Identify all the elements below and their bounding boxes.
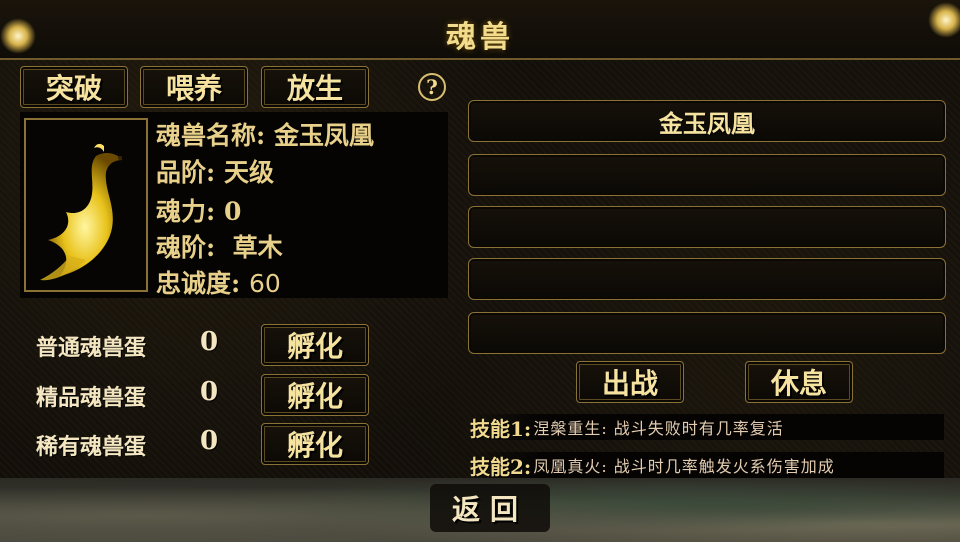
release-button[interactable]: 放生 <box>261 66 369 108</box>
beast-portrait <box>24 118 148 292</box>
colon: : <box>206 197 224 226</box>
beast-power-line: 魂力: 0 <box>156 192 241 228</box>
beast-grade-line: 品阶: 天级 <box>156 153 274 189</box>
skill-row-1: 技能1: 涅槃重生: 战斗失败时有几率复活 <box>470 414 944 441</box>
deploy-button[interactable]: 出战 <box>576 361 684 403</box>
colon: : <box>231 269 249 298</box>
skill-desc-1: 涅槃重生: 战斗失败时有几率复活 <box>533 419 784 438</box>
skill-desc-2: 凤凰真火: 战斗时几率触发火系伤害加成 <box>533 457 835 476</box>
egg-label-fine: 精品魂兽蛋 <box>36 385 147 411</box>
egg-count-common: 0 <box>200 327 219 357</box>
beast-rank-label: 魂阶 <box>156 233 207 262</box>
breakthrough-button[interactable]: 突破 <box>20 66 128 108</box>
help-glyph: ? <box>426 75 438 99</box>
beast-slot-2[interactable] <box>468 154 946 196</box>
colon: : <box>206 233 233 262</box>
feed-button[interactable]: 喂养 <box>140 66 248 108</box>
skill-label-2: 技能2: <box>470 454 532 479</box>
rest-button[interactable]: 休息 <box>745 361 853 403</box>
back-button[interactable]: 返回 <box>430 484 550 532</box>
hatch-button-common[interactable]: 孵化 <box>261 324 369 366</box>
colon: : <box>206 158 224 187</box>
egg-count-rare: 0 <box>200 426 219 456</box>
egg-count-fine: 0 <box>200 377 219 407</box>
beast-power-value: 0 <box>223 197 242 226</box>
beast-loyalty-line: 忠诚度: 60 <box>156 264 281 300</box>
beast-rank-line: 魂阶: 草木 <box>156 228 283 264</box>
colon: : <box>256 121 274 150</box>
hatch-button-rare[interactable]: 孵化 <box>261 423 369 465</box>
beast-grade-label: 品阶 <box>156 158 207 187</box>
skill-row-2: 技能2: 凤凰真火: 战斗时几率触发火系伤害加成 <box>470 452 944 479</box>
beast-slot-4[interactable] <box>468 258 946 300</box>
beast-name-line: 魂兽名称: 金玉凤凰 <box>156 116 374 152</box>
page-title: 魂兽 <box>446 20 514 55</box>
beast-slot-1[interactable]: 金玉凤凰 <box>468 100 946 142</box>
beast-slot-3[interactable] <box>468 206 946 248</box>
beast-loyalty-label: 忠诚度 <box>156 269 232 298</box>
egg-label-common: 普通魂兽蛋 <box>36 335 147 361</box>
hatch-button-fine[interactable]: 孵化 <box>261 374 369 416</box>
skill-label-1: 技能1: <box>470 416 532 441</box>
beast-rank-value: 草木 <box>232 233 283 262</box>
phoenix-icon <box>40 143 122 281</box>
beast-grade-value: 天级 <box>223 158 274 187</box>
beast-name-label: 魂兽名称 <box>156 121 257 150</box>
egg-label-rare: 稀有魂兽蛋 <box>36 434 147 460</box>
help-icon[interactable]: ? <box>418 73 446 101</box>
beast-loyalty-value: 60 <box>248 269 281 298</box>
beast-slot-5[interactable] <box>468 312 946 354</box>
beast-name-value: 金玉凤凰 <box>273 121 374 150</box>
beast-power-label: 魂力 <box>156 197 207 226</box>
